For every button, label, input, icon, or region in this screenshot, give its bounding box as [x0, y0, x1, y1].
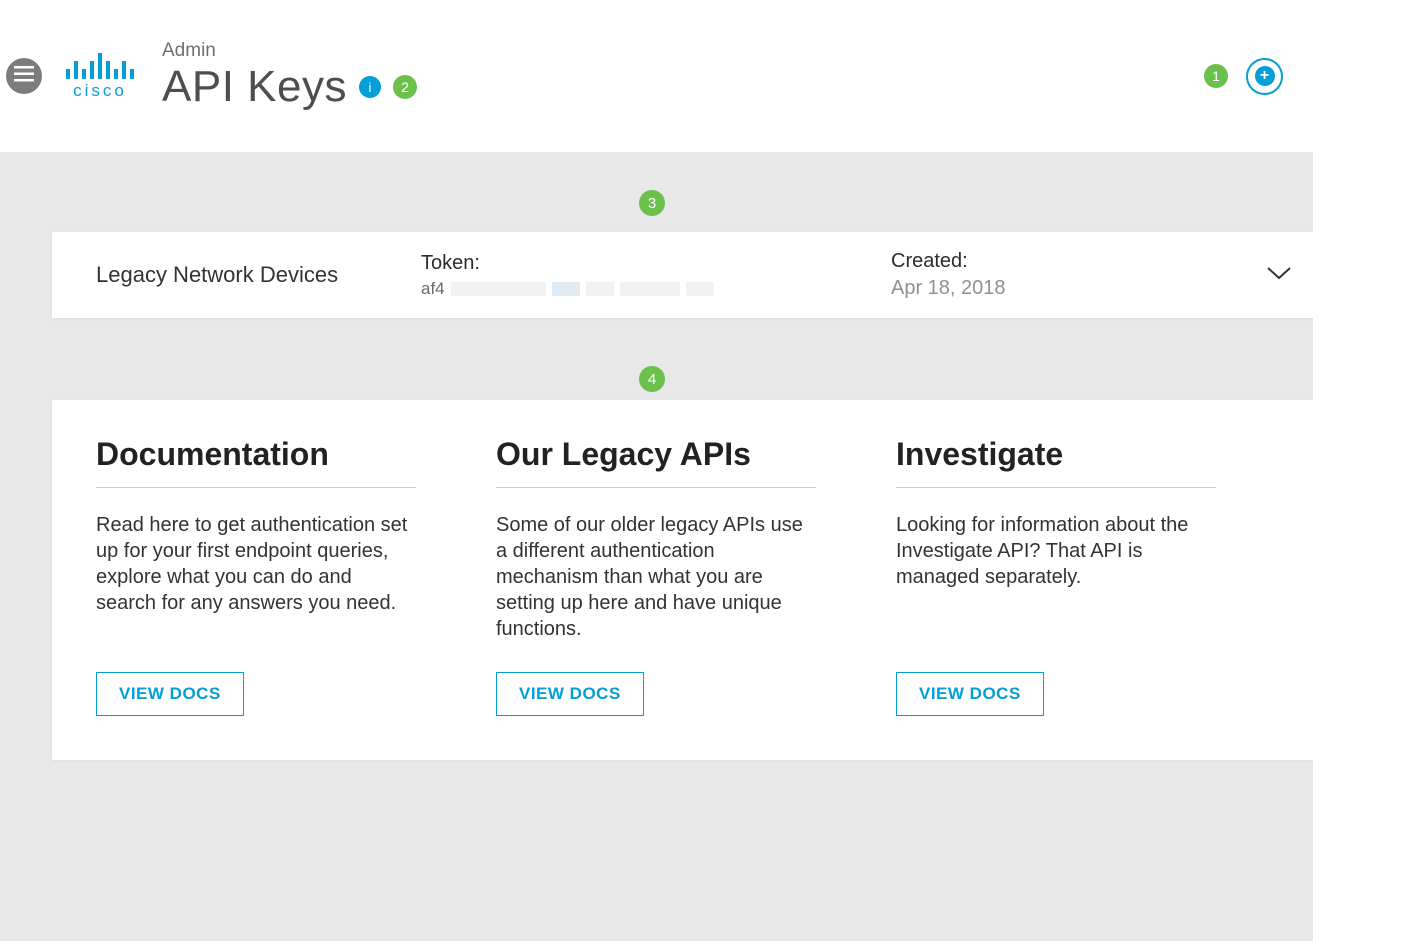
api-key-row[interactable]: Legacy Network Devices Token: af4 Create…	[52, 232, 1336, 318]
doc-card-title: Our Legacy APIs	[496, 436, 816, 488]
view-docs-button[interactable]: VIEW DOCS	[496, 672, 644, 716]
info-icon[interactable]: i	[359, 76, 381, 98]
breadcrumb: Admin	[162, 40, 417, 62]
cisco-logo-text: cisco	[73, 81, 127, 101]
title-block: Admin API Keys i 2	[162, 40, 417, 112]
right-scrollbar-gutter	[1313, 0, 1403, 941]
expand-toggle[interactable]	[1266, 265, 1292, 286]
cisco-logo: cisco	[66, 51, 134, 101]
hamburger-icon	[14, 66, 34, 87]
cisco-bars-icon	[66, 51, 134, 79]
token-mask	[686, 282, 714, 296]
created-label: Created:	[891, 250, 1006, 273]
callout-row-4: 4	[52, 366, 1252, 392]
doc-card-body: Read here to get authentication set up f…	[96, 512, 416, 652]
token-label: Token:	[421, 252, 891, 275]
created-column: Created: Apr 18, 2018	[891, 250, 1006, 300]
callout-badge-1: 1	[1204, 64, 1228, 88]
token-prefix: af4	[421, 279, 445, 299]
api-key-name: Legacy Network Devices	[96, 262, 421, 288]
header-bar: cisco Admin API Keys i 2 1 +	[0, 0, 1313, 152]
callout-badge-3: 3	[639, 190, 665, 216]
doc-card-body: Some of our older legacy APIs use a diff…	[496, 512, 816, 652]
token-mask	[620, 282, 680, 296]
callout-badge-2: 2	[393, 75, 417, 99]
main-content: 3 Legacy Network Devices Token: af4 Crea…	[0, 190, 1336, 760]
doc-card-legacy-apis: Our Legacy APIs Some of our older legacy…	[496, 436, 816, 716]
menu-button[interactable]	[6, 58, 42, 94]
doc-card-documentation: Documentation Read here to get authentic…	[96, 436, 416, 716]
view-docs-button[interactable]: VIEW DOCS	[896, 672, 1044, 716]
page-title: API Keys	[162, 62, 347, 112]
callout-badge-4: 4	[639, 366, 665, 392]
callout-row-3: 3	[52, 190, 1252, 216]
header-actions: 1 +	[1204, 58, 1283, 95]
doc-card-title: Investigate	[896, 436, 1216, 488]
chevron-down-icon	[1266, 268, 1292, 285]
token-mask	[552, 282, 580, 296]
token-mask	[586, 282, 614, 296]
docs-panel: Documentation Read here to get authentic…	[52, 400, 1336, 760]
doc-card-title: Documentation	[96, 436, 416, 488]
view-docs-button[interactable]: VIEW DOCS	[96, 672, 244, 716]
created-value: Apr 18, 2018	[891, 277, 1006, 300]
doc-card-body: Looking for information about the Invest…	[896, 512, 1216, 652]
token-value: af4	[421, 279, 891, 299]
doc-card-investigate: Investigate Looking for information abou…	[896, 436, 1216, 716]
add-api-key-button[interactable]: +	[1246, 58, 1283, 95]
token-mask	[451, 282, 546, 296]
token-column: Token: af4	[421, 252, 891, 299]
plus-icon: +	[1255, 66, 1275, 86]
